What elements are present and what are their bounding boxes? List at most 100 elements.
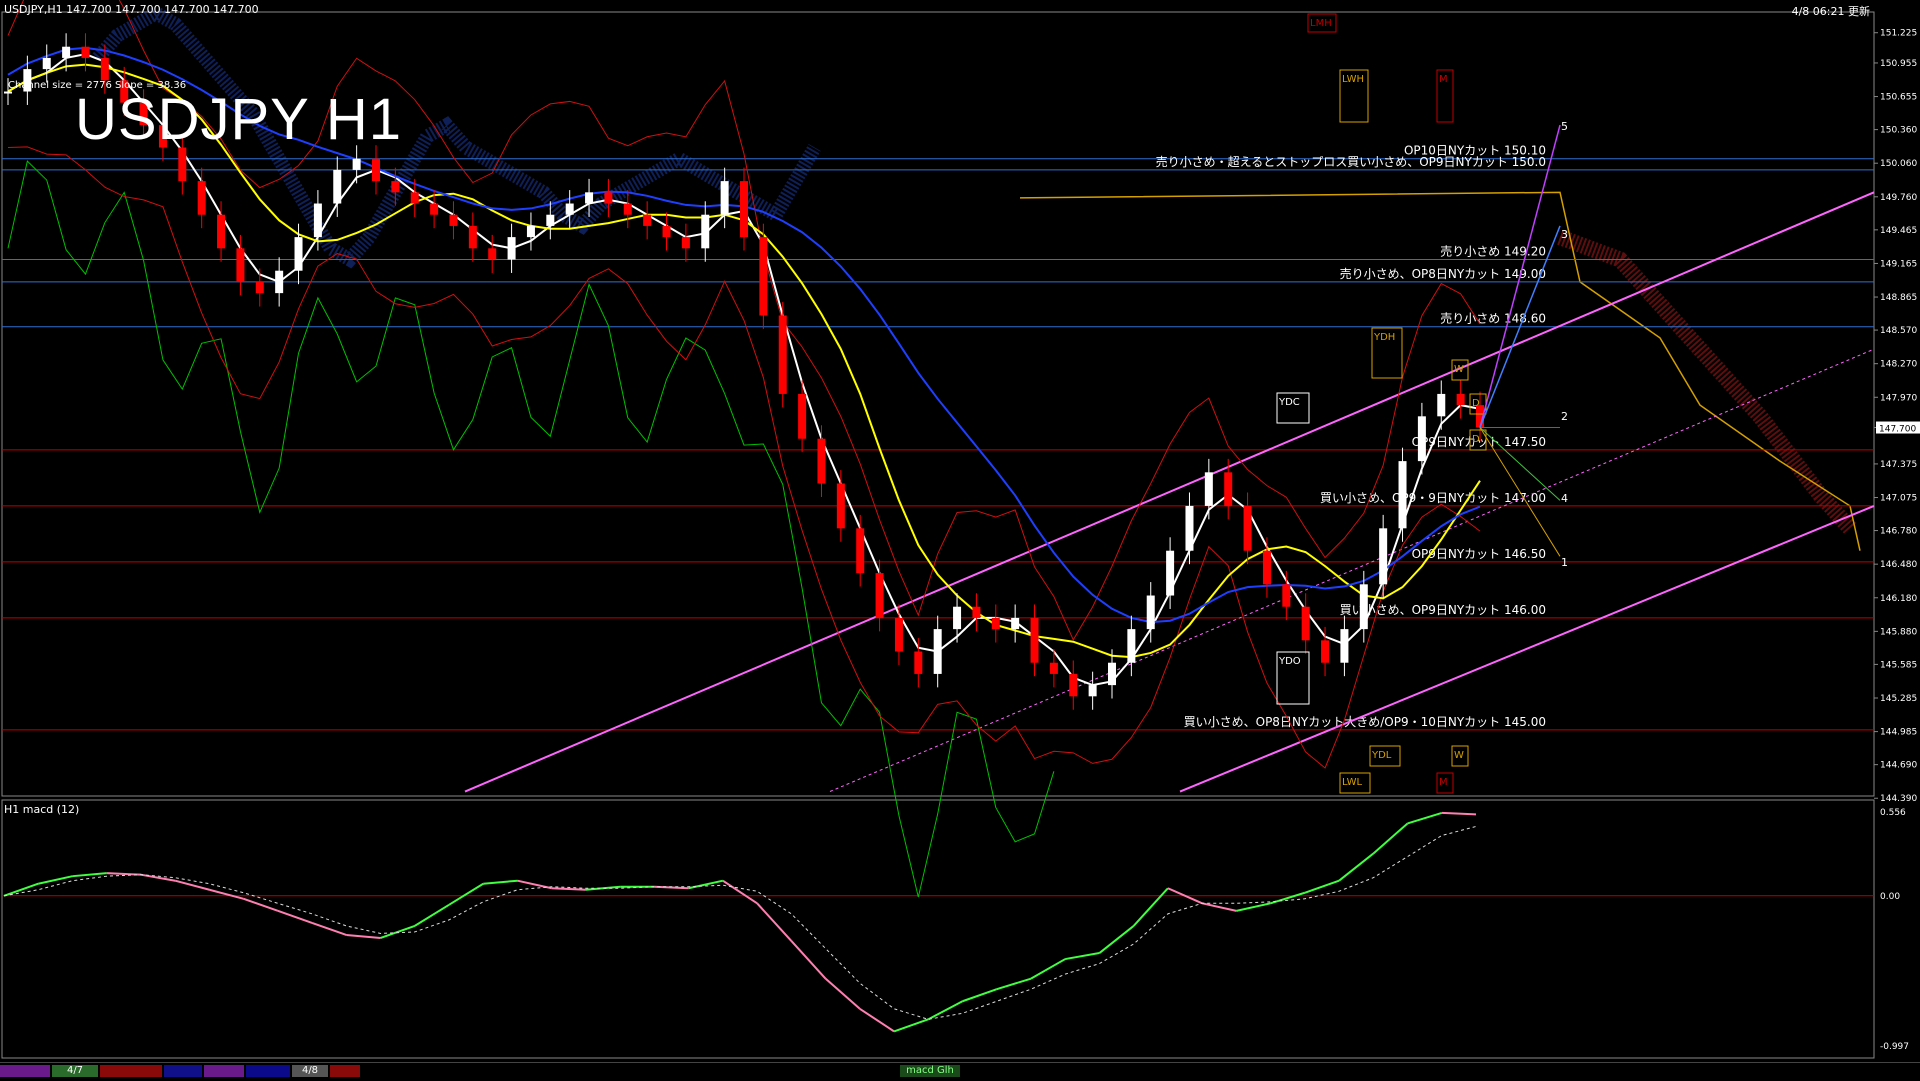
candle-body xyxy=(894,617,903,652)
price-axis-label: 149.165 xyxy=(1880,259,1917,269)
price-axis-label: 150.060 xyxy=(1880,159,1917,169)
candle-body xyxy=(972,606,981,618)
wave-label-3: 4 xyxy=(1561,492,1568,505)
level-box-label-12: W xyxy=(1454,364,1464,375)
level-box-label-1: LWH xyxy=(1342,74,1364,85)
candle-body xyxy=(488,248,497,260)
candle-body xyxy=(468,225,477,249)
candle-body xyxy=(430,203,439,215)
candle-body xyxy=(449,214,458,226)
macd-title: H1 macd (12) xyxy=(4,803,80,816)
price-axis-label: 148.570 xyxy=(1880,326,1917,336)
candle-body xyxy=(1437,393,1446,417)
candle-body xyxy=(565,203,574,215)
candle-body xyxy=(1321,640,1330,663)
price-axis-label: 148.270 xyxy=(1880,360,1917,370)
candle-body xyxy=(81,46,90,58)
level-box-label-7: LWL xyxy=(1342,777,1363,788)
level-box-label-0: LMH xyxy=(1310,18,1332,29)
chart-title: USDJPY H1 xyxy=(75,87,403,152)
tab-filler-purple[interactable] xyxy=(0,1065,50,1077)
candle-body xyxy=(1282,584,1291,607)
candle-body xyxy=(991,617,1000,630)
price-axis-label: 144.985 xyxy=(1880,728,1917,738)
level-box-label-3: YDH xyxy=(1373,332,1395,343)
candle-body xyxy=(1262,550,1271,585)
level-label-3: 売り小さめ、OP8日NYカット 149.00 xyxy=(1340,266,1546,281)
level-box-label-2: M xyxy=(1439,74,1448,85)
candle-body xyxy=(1379,528,1388,585)
level-box-label-4: YDC xyxy=(1278,397,1300,408)
macd-axis-label: -0.997 xyxy=(1880,1042,1909,1052)
candle-body xyxy=(720,181,729,215)
candle-body xyxy=(197,181,206,215)
candle-body xyxy=(1359,584,1368,630)
candle-body xyxy=(62,46,71,58)
candle-body xyxy=(313,203,322,238)
price-axis-label: 145.285 xyxy=(1880,694,1917,704)
macd-axis-label: 0.556 xyxy=(1880,808,1906,818)
candle-body xyxy=(817,438,826,484)
candle-body xyxy=(1049,662,1058,674)
candle-body xyxy=(585,192,594,204)
timeframe-tab-bar: 4/7 4/8 macd Glh xyxy=(0,1062,1920,1081)
candle-body xyxy=(410,192,419,204)
candle-body xyxy=(933,629,942,674)
tab-filler-red-2[interactable] xyxy=(330,1065,360,1077)
price-axis-label: 149.465 xyxy=(1880,226,1917,236)
symbol-info: USDJPY,H1 147.700 147.700 147.700 147.70… xyxy=(4,3,259,16)
chart-canvas: 151.225 150.955 150.655 150.360 150.060 149.7… xyxy=(1,0,1920,1059)
price-axis-label: 145.880 xyxy=(1880,627,1917,637)
tab-filler-red[interactable] xyxy=(100,1065,162,1077)
current-price-label: 147.700 xyxy=(1879,425,1916,435)
level-label-9: 買い小さめ、OP8日NYカット大きめ/OP9・10日NYカット 145.00 xyxy=(1184,715,1546,729)
candle-body xyxy=(546,214,555,226)
macd-panel-frame xyxy=(1,799,1875,1059)
candle-body xyxy=(1146,595,1155,630)
candle-body xyxy=(275,270,284,294)
candle-body xyxy=(1088,685,1097,697)
level-box-label-5: YDO xyxy=(1278,656,1301,667)
candle-body xyxy=(875,573,884,618)
wave-label-2: 2 xyxy=(1561,410,1568,423)
tab-date-4-7[interactable]: 4/7 xyxy=(52,1065,98,1077)
candle-body xyxy=(759,237,768,316)
chart-window: 151.225 150.955 150.655 150.360 150.060 149.7… xyxy=(0,0,1920,1081)
candle-body xyxy=(100,57,109,81)
candle-body xyxy=(217,214,226,249)
candle-body xyxy=(1127,629,1136,663)
candle-body xyxy=(255,281,264,294)
level-label-1: 売り小さめ・超えるとストップロス買い小さめ、OP9日NYカット 150.0 xyxy=(1156,154,1546,169)
tab-filler-navy[interactable] xyxy=(246,1065,290,1077)
tab-indicator[interactable]: macd Glh xyxy=(900,1065,960,1077)
candle-body xyxy=(4,91,12,94)
price-axis-label: 150.655 xyxy=(1880,93,1917,103)
price-axis-label: 150.360 xyxy=(1880,126,1917,136)
level-label-4: 売り小さめ 148.60 xyxy=(1440,311,1546,326)
candle-body xyxy=(507,237,516,260)
price-axis-label: 147.970 xyxy=(1880,393,1917,403)
price-axis-label: 144.390 xyxy=(1880,794,1917,804)
macd-axis-label: 0.00 xyxy=(1880,892,1900,902)
tab-filler-purple-2[interactable] xyxy=(204,1065,244,1077)
candle-body xyxy=(836,483,845,529)
candle-body xyxy=(372,158,380,182)
candle-body xyxy=(953,606,962,630)
price-axis-label: 149.760 xyxy=(1880,193,1917,203)
candle-body xyxy=(740,181,748,238)
level-label-2: 売り小さめ 149.20 xyxy=(1440,244,1546,259)
price-axis-label: 146.180 xyxy=(1880,594,1917,604)
level-box-label-6: YDL xyxy=(1371,750,1392,761)
candle-body xyxy=(604,192,613,204)
candle-body xyxy=(1030,617,1039,663)
tab-date-4-8[interactable]: 4/8 xyxy=(292,1065,328,1077)
candle-body xyxy=(778,315,787,394)
tab-filler-blue[interactable] xyxy=(164,1065,202,1077)
candle-body xyxy=(1340,629,1349,663)
wave-label-4: 1 xyxy=(1561,556,1568,569)
candle-body xyxy=(236,248,245,282)
candle-body xyxy=(1398,461,1407,529)
level-box-label-9: W xyxy=(1454,750,1464,761)
candle-body xyxy=(1301,606,1310,641)
candle-body xyxy=(1166,550,1175,596)
